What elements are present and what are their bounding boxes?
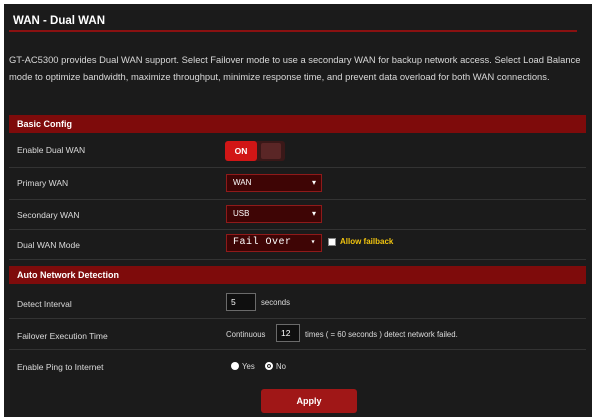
row-divider [9, 259, 586, 260]
detect-interval-unit: seconds [261, 298, 291, 307]
secondary-wan-value: USB [233, 209, 250, 218]
failover-times-input[interactable]: 12 [276, 324, 300, 342]
row-divider [9, 199, 586, 200]
enable-dual-wan-toggle[interactable]: ON [225, 141, 285, 161]
failover-prefix: Continuous [226, 330, 266, 339]
failover-execution-time-label: Failover Execution Time [17, 331, 108, 341]
row-divider [9, 318, 586, 319]
primary-wan-value: WAN [233, 178, 252, 187]
apply-button[interactable]: Apply [261, 389, 357, 413]
detect-interval-label: Detect Interval [17, 299, 72, 309]
dual-wan-mode-label: Dual WAN Mode [17, 240, 80, 250]
primary-wan-label: Primary WAN [17, 178, 69, 188]
toggle-on-label: ON [225, 141, 257, 161]
ping-yes-label: Yes [242, 362, 255, 371]
allow-failback-label: Allow failback [340, 237, 394, 246]
row-divider [9, 229, 586, 230]
detect-interval-input[interactable]: 5 [226, 293, 256, 311]
page-description: GT-AC5300 provides Dual WAN support. Sel… [9, 54, 581, 82]
row-divider [9, 167, 586, 168]
chevron-down-icon: ▾ [311, 209, 316, 218]
enable-ping-label: Enable Ping to Internet [17, 362, 104, 372]
toggle-knob [261, 143, 281, 159]
page-title: WAN - Dual WAN [13, 15, 105, 27]
chevron-down-icon: ▾ [311, 178, 316, 187]
title-divider [9, 30, 577, 32]
dual-wan-mode-select[interactable]: Fail Over ▾ [226, 234, 322, 252]
secondary-wan-select[interactable]: USB ▾ [226, 205, 322, 223]
chevron-down-icon: ▾ [310, 238, 316, 247]
secondary-wan-label: Secondary WAN [17, 210, 80, 220]
ping-no-radio[interactable] [265, 362, 273, 370]
row-divider [9, 349, 586, 350]
allow-failback-checkbox[interactable] [328, 238, 336, 246]
failover-suffix: times ( = 60 seconds ) detect network fa… [305, 330, 458, 339]
enable-dual-wan-label: Enable Dual WAN [17, 145, 86, 155]
dual-wan-mode-value: Fail Over [233, 237, 292, 248]
ping-no-label: No [276, 362, 286, 371]
section-basic-config: Basic Config [9, 115, 586, 133]
section-auto-network-detection: Auto Network Detection [9, 266, 586, 284]
primary-wan-select[interactable]: WAN ▾ [226, 174, 322, 192]
ping-yes-radio[interactable] [231, 362, 239, 370]
